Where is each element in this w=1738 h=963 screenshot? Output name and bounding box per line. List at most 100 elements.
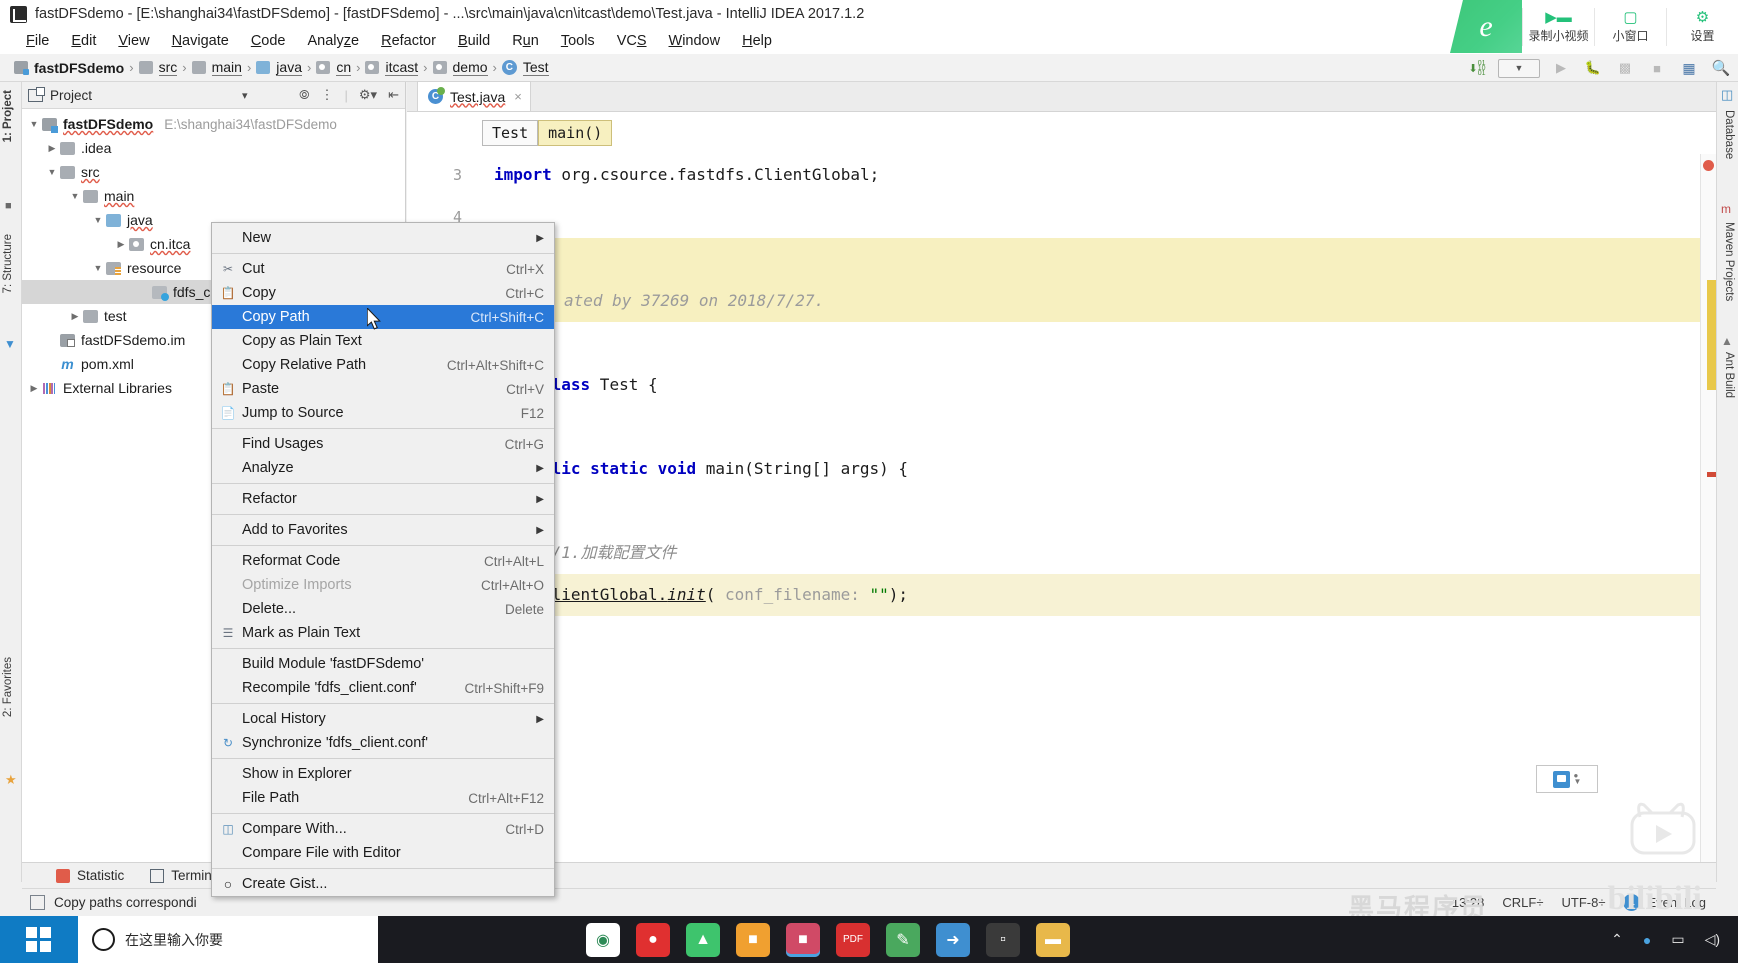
- run-config-dropdown[interactable]: ▼: [1498, 58, 1540, 78]
- tab-test-java[interactable]: C Test.java ×: [417, 81, 531, 111]
- menu-tools[interactable]: Tools: [551, 31, 605, 51]
- recorder-mini-window-button[interactable]: ▢ 小窗口: [1594, 7, 1666, 46]
- editor-marker-bar[interactable]: [1700, 154, 1716, 862]
- menu-item-paste[interactable]: 📋 Paste Ctrl+V: [212, 377, 554, 401]
- menu-item-reformat-code[interactable]: Reformat Code Ctrl+Alt+L: [212, 549, 554, 573]
- menu-item-delete[interactable]: Delete... Delete: [212, 597, 554, 621]
- floating-chat-widget[interactable]: ● ▼: [1536, 765, 1598, 793]
- sidebar-item-structure[interactable]: 7: Structure: [2, 234, 14, 293]
- twisty-icon[interactable]: ▼: [26, 119, 42, 129]
- twisty-icon[interactable]: ▶: [67, 311, 83, 322]
- taskbar-opera-icon[interactable]: ●: [636, 922, 670, 957]
- layout-icon[interactable]: ▦: [1678, 58, 1700, 78]
- menu-item-recompile[interactable]: Recompile 'fdfs_client.conf' Ctrl+Shift+…: [212, 676, 554, 700]
- line-separator[interactable]: CRLF÷: [1502, 895, 1543, 910]
- error-marker-icon[interactable]: [1703, 160, 1714, 171]
- breadcrumb-java[interactable]: java: [252, 59, 306, 76]
- tree-node-main[interactable]: ▼ main: [22, 184, 405, 208]
- menu-item-jump-to-source[interactable]: 📄 Jump to Source F12: [212, 401, 554, 425]
- twisty-icon[interactable]: ▼: [90, 263, 106, 273]
- menu-refactor[interactable]: Refactor: [371, 31, 446, 51]
- sidebar-item-database[interactable]: Database: [1723, 110, 1735, 159]
- tray-volume-icon[interactable]: ◁): [1705, 931, 1720, 948]
- menu-item-new[interactable]: New ▶: [212, 226, 554, 250]
- breadcrumb-chip-main[interactable]: main(): [538, 120, 613, 146]
- tree-node-idea[interactable]: ▶ .idea: [22, 136, 405, 160]
- menu-item-refactor[interactable]: Refactor ▶: [212, 487, 554, 511]
- menu-item-compare-with[interactable]: ◫ Compare With... Ctrl+D: [212, 817, 554, 841]
- code-editor[interactable]: import org.csource.fastdfs.ClientGlobal;…: [482, 154, 1700, 862]
- menu-item-show-in-explorer[interactable]: Show in Explorer: [212, 762, 554, 786]
- taskbar-terminal-icon[interactable]: ▫: [986, 922, 1020, 957]
- menu-run[interactable]: Run: [502, 31, 549, 51]
- menu-item-copy-as-plain-text[interactable]: Copy as Plain Text: [212, 329, 554, 353]
- breadcrumb-src[interactable]: src: [135, 59, 182, 76]
- target-icon[interactable]: ⦾: [299, 87, 309, 103]
- taskbar-explorer-icon[interactable]: ▬: [1036, 922, 1070, 957]
- menu-vcs[interactable]: VCS: [607, 31, 657, 51]
- bottom-tab-statistic[interactable]: Statistic: [56, 868, 124, 883]
- menu-item-analyze[interactable]: Analyze ▶: [212, 456, 554, 480]
- twisty-icon[interactable]: ▶: [44, 143, 60, 154]
- gear-icon[interactable]: ⚙▾: [359, 87, 377, 103]
- tree-node-src[interactable]: ▼ src: [22, 160, 405, 184]
- menu-help[interactable]: Help: [732, 31, 782, 51]
- scrollbar-thumb[interactable]: [1707, 280, 1716, 390]
- tray-chevron-up-icon[interactable]: ⌃: [1611, 931, 1623, 948]
- taskbar-idea-icon[interactable]: ■: [786, 922, 820, 957]
- breadcrumb-demo[interactable]: demo: [429, 59, 492, 76]
- menu-item-build-module[interactable]: Build Module 'fastDFSdemo': [212, 652, 554, 676]
- sidebar-item-maven-projects[interactable]: Maven Projects: [1723, 222, 1735, 301]
- twisty-icon[interactable]: ▶: [26, 383, 42, 394]
- menu-navigate[interactable]: Navigate: [162, 31, 239, 51]
- menu-file[interactable]: FFileile: [16, 31, 59, 51]
- breadcrumb-test[interactable]: C Test: [498, 59, 553, 76]
- twisty-icon[interactable]: ▼: [67, 191, 83, 201]
- menu-edit[interactable]: Edit: [61, 31, 106, 51]
- chat-options-icon[interactable]: ● ▼: [1574, 772, 1582, 786]
- menu-item-copy-relative-path[interactable]: Copy Relative Path Ctrl+Alt+Shift+C: [212, 353, 554, 377]
- menu-code[interactable]: Code: [241, 31, 296, 51]
- menu-item-find-usages[interactable]: Find Usages Ctrl+G: [212, 432, 554, 456]
- tree-node-fastdfsdemo[interactable]: ▼ fastDFSdemo E:\shanghai34\fastDFSdemo: [22, 112, 405, 136]
- taskbar-chrome-icon[interactable]: ◉: [586, 922, 620, 957]
- error-stripe-marker[interactable]: [1707, 472, 1716, 477]
- menu-item-add-to-favorites[interactable]: Add to Favorites ▶: [212, 518, 554, 542]
- menu-window[interactable]: Window: [659, 31, 731, 51]
- breadcrumb-fastdfsdemo[interactable]: fastDFSdemo: [10, 60, 128, 76]
- sidebar-item-favorites[interactable]: 2: Favorites: [2, 657, 14, 717]
- twisty-icon[interactable]: ▼: [44, 167, 60, 177]
- collapse-icon[interactable]: ⋮: [321, 87, 334, 103]
- file-encoding[interactable]: UTF-8÷: [1561, 895, 1605, 910]
- menu-item-synchronize[interactable]: ↻ Synchronize 'fdfs_client.conf': [212, 731, 554, 755]
- menu-analyze[interactable]: Analyze: [298, 31, 370, 51]
- breadcrumb-chip-test[interactable]: Test: [482, 120, 539, 146]
- search-icon[interactable]: 🔍: [1710, 58, 1732, 78]
- twisty-icon[interactable]: ▼: [90, 215, 106, 225]
- taskbar-pdf-icon[interactable]: PDF: [836, 922, 870, 957]
- breadcrumb-main[interactable]: main: [188, 59, 246, 76]
- menu-view[interactable]: View: [108, 31, 159, 51]
- menu-item-create-gist[interactable]: ○ Create Gist...: [212, 872, 554, 896]
- recorder-settings-button[interactable]: ⚙ 设置: [1666, 7, 1738, 46]
- menu-item-copy-path[interactable]: Copy Path Ctrl+Shift+C: [212, 305, 554, 329]
- close-icon[interactable]: ×: [514, 89, 522, 104]
- windows-start-icon[interactable]: [0, 916, 78, 963]
- file-context-menu[interactable]: New ▶ ✂ Cut Ctrl+X 📋 Copy Ctrl+C Copy Pa…: [211, 222, 555, 897]
- taskbar-outlook-icon[interactable]: ■: [736, 922, 770, 957]
- taskbar-wps-icon[interactable]: ▲: [686, 922, 720, 957]
- coverage-icon[interactable]: ▩: [1614, 58, 1636, 78]
- tray-network-icon[interactable]: ●: [1643, 932, 1651, 948]
- play-overlay-button[interactable]: [1624, 795, 1702, 857]
- debug-icon[interactable]: 🐛: [1582, 58, 1604, 78]
- breadcrumb-itcast[interactable]: itcast: [361, 59, 422, 76]
- taskbar-note-icon[interactable]: ✎: [886, 922, 920, 957]
- tray-display-icon[interactable]: ▭: [1671, 931, 1684, 948]
- menu-item-cut[interactable]: ✂ Cut Ctrl+X: [212, 257, 554, 281]
- twisty-icon[interactable]: ▶: [113, 239, 129, 250]
- taskbar-search-input[interactable]: 在这里输入你要: [78, 916, 378, 963]
- run-icon[interactable]: ▶: [1550, 58, 1572, 78]
- chevron-down-icon[interactable]: ▾: [242, 89, 248, 102]
- menu-item-compare-file-with-editor[interactable]: Compare File with Editor: [212, 841, 554, 865]
- download-icon[interactable]: ⬇ 01 10 01: [1466, 58, 1488, 78]
